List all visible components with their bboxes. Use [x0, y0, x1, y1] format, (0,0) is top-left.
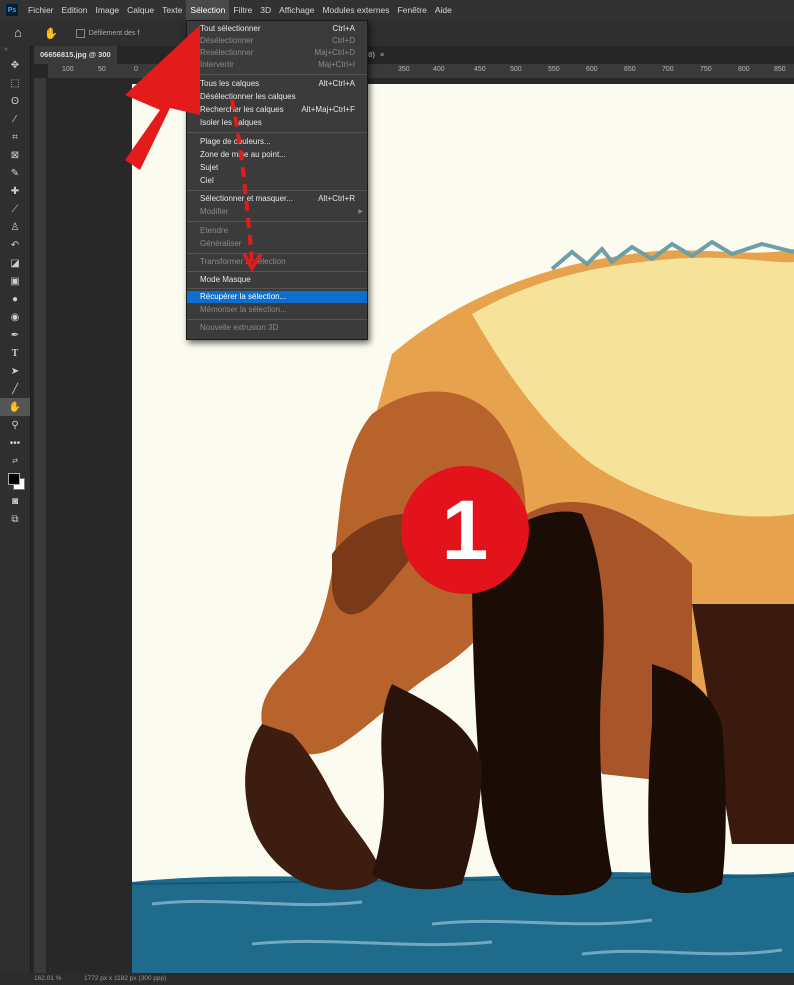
dashed-arrow-icon [230, 99, 254, 263]
big-arrow-icon [125, 25, 200, 170]
document-info[interactable]: 1772 px x 1182 px (300 ppp) [84, 975, 166, 982]
annotation-overlay [125, 25, 263, 272]
zoom-level[interactable]: 162,01 % [34, 975, 61, 982]
status-bar: 162,01 % 1772 px x 1182 px (300 ppp) [0, 973, 794, 985]
